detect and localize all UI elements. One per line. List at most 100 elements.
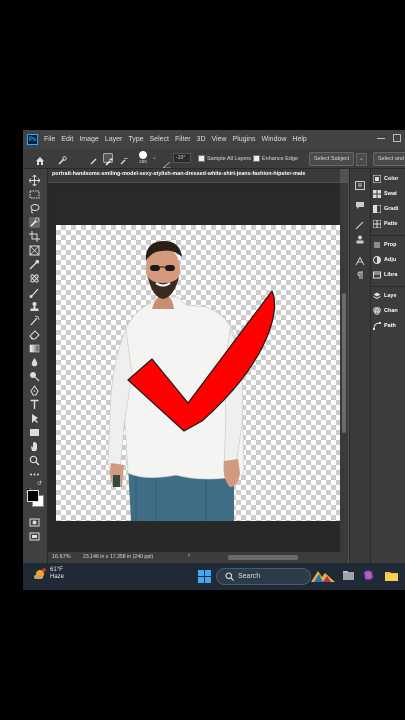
panel-channels-label: Chan [384,308,398,314]
default-colors-icon[interactable] [25,481,32,494]
layers-icon [373,292,381,300]
photoshop-window: Ps File Edit Image Layer Type Select Fil… [23,130,405,590]
history-brush-icon[interactable] [29,315,40,326]
chevron-down-icon[interactable]: ⌄ [152,154,157,161]
type-tool-icon[interactable] [29,399,40,410]
select-subject-button[interactable]: Select Subject [309,152,355,166]
zoom-tool-icon[interactable] [29,455,40,466]
weather-widget[interactable]: 61°F Haze [33,567,64,581]
menu-image[interactable]: Image [79,136,98,143]
panel-channels[interactable]: Chan [373,305,398,317]
quick-selection-tool-icon[interactable] [29,217,40,228]
menu-help[interactable]: Help [292,136,306,143]
horizontal-scroll-thumb[interactable] [228,555,298,560]
canvas-area[interactable] [48,183,340,552]
new-selection-icon[interactable] [89,153,99,165]
minimize-icon[interactable] [377,134,385,139]
panel-patterns[interactable]: Patte [373,218,397,230]
panel-layers[interactable]: Laye [373,290,397,302]
clone-source-panel-icon[interactable] [355,231,365,244]
file-folder-icon[interactable] [385,569,398,582]
canvas-artwork [107,241,276,521]
paragraph-panel-icon[interactable] [355,267,365,279]
angle-icon [162,155,171,169]
brush-tool-icon[interactable] [29,287,40,298]
panel-paths[interactable]: Path [373,320,396,332]
menu-type[interactable]: Type [128,136,143,143]
menu-filter[interactable]: Filter [175,136,191,143]
menu-edit[interactable]: Edit [61,136,73,143]
subtract-from-selection-icon[interactable] [119,153,129,165]
panel-libraries[interactable]: Libra [373,269,397,281]
sample-all-layers-checkbox[interactable]: Sample All Layers [198,155,251,162]
zoom-level[interactable]: 16.67% [52,554,71,560]
screen-mode-icon[interactable] [29,531,40,542]
enhance-edge-checkbox[interactable]: Enhance Edge [253,155,298,162]
pen-tool-icon[interactable] [29,385,40,396]
rectangle-tool-icon[interactable] [29,427,40,438]
angle-value: -10° [176,155,186,161]
select-and-mask-button[interactable]: Select and [373,152,405,166]
paths-icon [373,322,381,330]
character-panel-icon[interactable] [355,253,365,266]
more-tools-icon[interactable] [29,469,40,480]
file-explorer-icon[interactable] [342,569,355,582]
scroll-thumb[interactable] [342,293,346,433]
windows-taskbar: 61°F Haze Search [23,563,405,590]
menu-select[interactable]: Select [150,136,169,143]
history-panel-icon[interactable] [355,177,365,190]
document-tab[interactable]: portrait-handsome-smiling-model-sexy-sty… [52,171,305,177]
brush-size-value: 250 [139,159,147,164]
checkbox-icon [253,155,260,162]
menu-layer[interactable]: Layer [105,136,123,143]
hand-tool-icon[interactable] [29,441,40,452]
home-icon[interactable] [35,153,45,165]
swap-colors-icon[interactable]: ↺ [37,480,42,487]
clone-stamp-tool-icon[interactable] [29,301,40,312]
quick-selection-tool-preset-icon[interactable] [57,153,67,165]
swatches-icon [373,190,381,198]
panel-swatches[interactable]: Swat [373,188,397,200]
chevron-down-icon[interactable]: ⌄ [356,153,367,166]
status-menu-arrow[interactable]: › [188,553,190,559]
menu-file[interactable]: File [44,136,55,143]
panel-color[interactable]: Color [373,173,398,185]
copilot-icon[interactable] [362,569,375,582]
marquee-tool-icon[interactable] [29,189,40,200]
blur-tool-icon[interactable] [29,357,40,368]
panel-adjustments[interactable]: Adju [373,254,396,266]
document-canvas[interactable] [56,225,340,521]
taskbar-search[interactable]: Search [216,568,311,585]
dodge-tool-icon[interactable] [29,371,40,382]
foreground-color-swatch[interactable] [27,490,39,502]
document-info: 23.146 in x 17.358 in (240 ppi) [83,554,154,560]
spot-healing-brush-icon[interactable] [29,273,40,284]
lasso-tool-icon[interactable] [29,203,40,214]
angle-field[interactable]: -10° [173,153,191,163]
libraries-icon [373,271,381,279]
menu-3d[interactable]: 3D [197,136,206,143]
frame-tool-icon[interactable] [29,245,40,256]
gradient-tool-icon[interactable] [29,343,40,354]
menu-view[interactable]: View [212,136,227,143]
panel-properties[interactable]: Prop [373,239,397,251]
maximize-icon[interactable] [393,134,401,142]
eyedropper-tool-icon[interactable] [29,259,40,270]
photoshop-logo-icon[interactable]: Ps [27,134,38,145]
comments-panel-icon[interactable] [355,197,365,209]
widgets-landscape-icon[interactable] [311,569,335,582]
panel-patterns-label: Patte [384,221,398,227]
menu-plugins[interactable]: Plugins [233,136,256,143]
move-tool-icon[interactable] [29,175,40,186]
windows-start-icon[interactable] [198,570,211,583]
eraser-tool-icon[interactable] [29,329,40,340]
path-selection-tool-icon[interactable] [29,413,40,424]
brushes-panel-icon[interactable] [355,217,365,230]
crop-tool-icon[interactable] [29,231,40,242]
add-to-selection-icon[interactable] [103,153,113,166]
menu-window[interactable]: Window [262,136,287,143]
vertical-scrollbar[interactable] [340,183,348,552]
brush-size-picker[interactable]: 250 [136,151,150,167]
quick-mask-icon[interactable] [29,517,40,528]
panel-gradients[interactable]: Gradi [373,203,398,215]
